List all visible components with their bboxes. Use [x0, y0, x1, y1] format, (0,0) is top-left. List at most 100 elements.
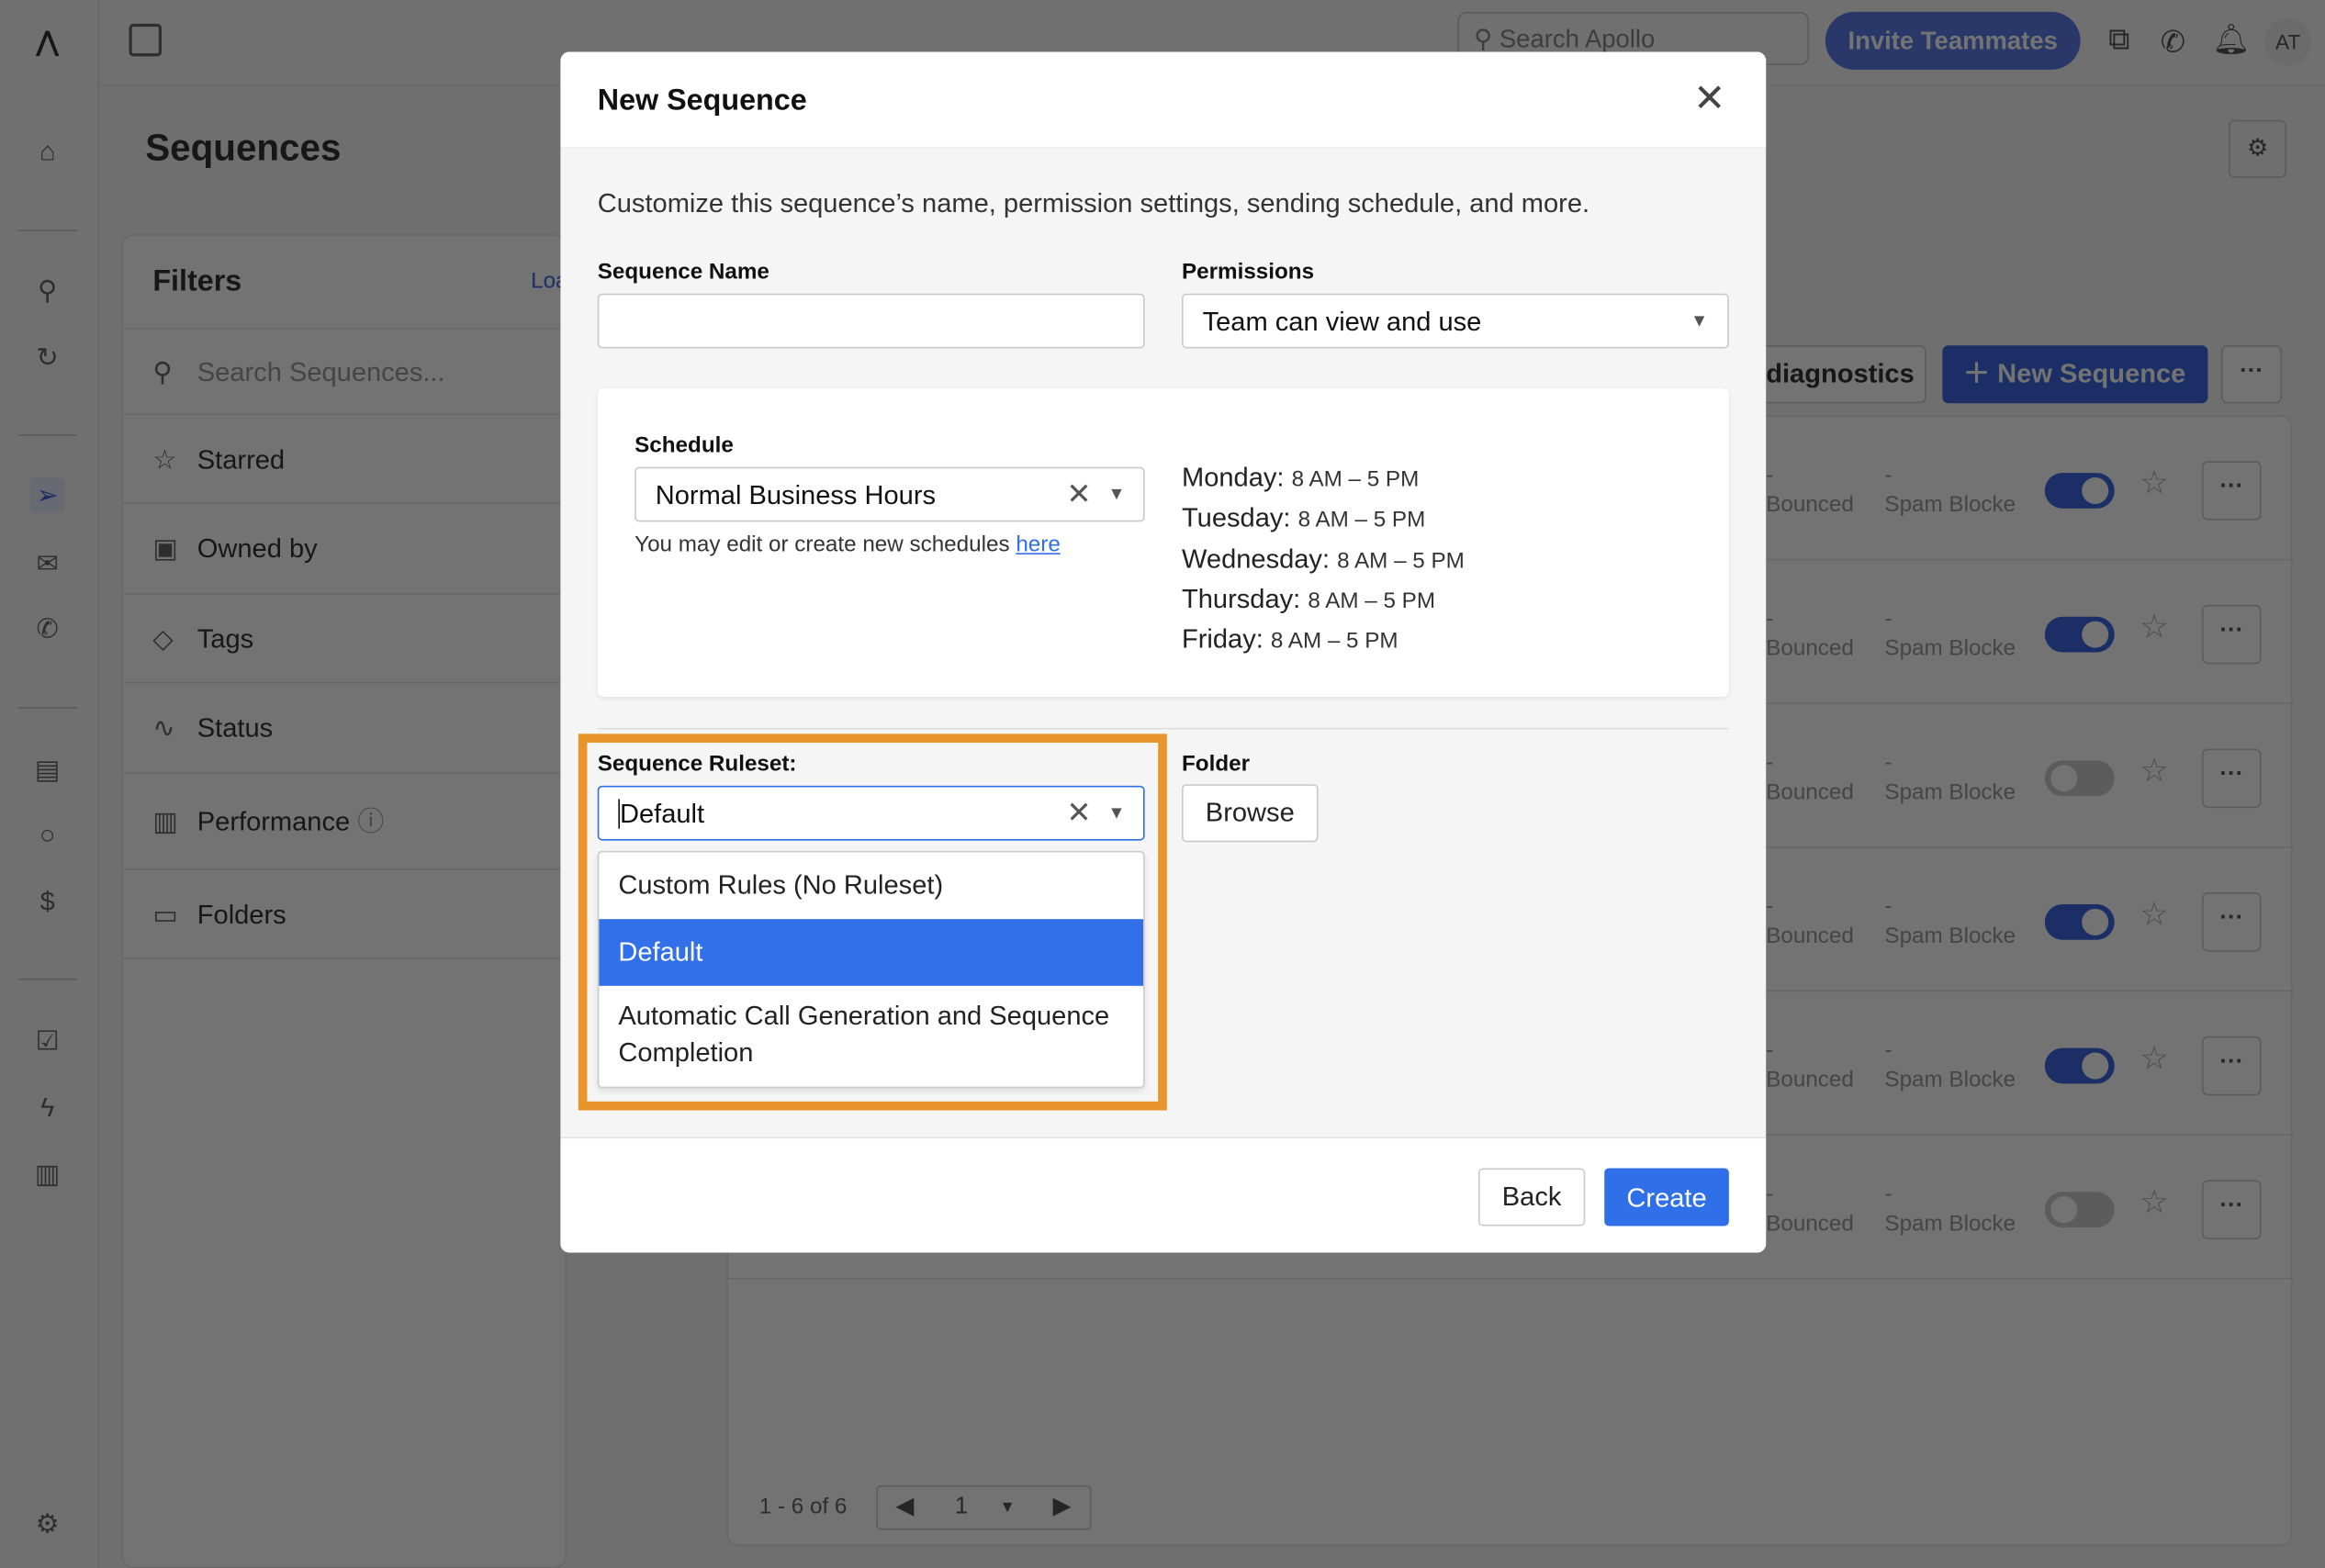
filter-owned-by[interactable]: ▣ Owned by	[123, 502, 568, 593]
day-name: Wednesday:	[1181, 543, 1331, 574]
star-icon[interactable]: ☆	[2140, 608, 2169, 646]
star-icon[interactable]: ☆	[2140, 752, 2169, 790]
day-name: Tuesday:	[1181, 502, 1291, 533]
page-settings-icon[interactable]: ⚙	[2229, 119, 2287, 178]
tasks-icon[interactable]: ☑	[29, 1023, 65, 1058]
day-name: Friday:	[1181, 624, 1264, 655]
phone-icon[interactable]: ✆	[2161, 24, 2185, 61]
lightning-icon[interactable]: ϟ	[29, 1090, 65, 1126]
row-more-button[interactable]: ···	[2201, 1036, 2262, 1096]
chevron-down-icon: ▼	[1107, 801, 1126, 823]
extension-icon[interactable]: ⧉	[2108, 24, 2129, 58]
next-page-button[interactable]: ▶	[1053, 1487, 1072, 1529]
back-button[interactable]: Back	[1477, 1168, 1586, 1226]
close-icon[interactable]: ✕	[1693, 75, 1725, 121]
ruleset-option[interactable]: Automatic Call Generation and Sequence C…	[599, 998, 1143, 1072]
bounced-stat: - Bounced	[1766, 461, 1854, 521]
folder-label: Folder	[1181, 751, 1251, 778]
browse-button[interactable]: Browse	[1181, 784, 1319, 843]
divider	[597, 727, 1729, 730]
filter-label: Owned by	[197, 533, 318, 564]
schedule-day: Thursday: 8 AM – 5 PM	[1182, 584, 1435, 615]
filter-search-input[interactable]: ⚲ Search Sequences...	[123, 327, 568, 414]
clear-icon[interactable]: ✕	[1066, 795, 1091, 832]
filter-status[interactable]: ∿ Status	[123, 681, 568, 773]
create-button[interactable]: Create	[1604, 1168, 1729, 1226]
sequence-name-input[interactable]	[597, 293, 1145, 349]
schedule-select[interactable]: Normal Business Hours ✕ ▼	[635, 466, 1145, 522]
page-select[interactable]: 1	[955, 1487, 968, 1529]
chevron-down-icon: ▼	[1690, 309, 1709, 331]
filter-performance[interactable]: ▥ Performance ⓘ	[123, 772, 568, 868]
chevron-down-icon[interactable]: ▼	[999, 1487, 1016, 1529]
spam-value: -	[1884, 606, 1893, 632]
modal-footer: Back Create	[560, 1137, 1767, 1253]
ruleset-option-selected[interactable]: Default	[599, 919, 1144, 986]
sequence-active-toggle[interactable]	[2044, 904, 2115, 940]
ruleset-select[interactable]: Default ✕ ▼	[597, 785, 1145, 841]
bar-chart-icon: ▥	[152, 806, 178, 836]
schedule-day: Monday: 8 AM – 5 PM	[1182, 463, 1419, 494]
chevron-down-icon: ▼	[1107, 483, 1126, 505]
bounced-value: -	[1766, 893, 1774, 920]
modal-header: New Sequence ✕	[560, 51, 1767, 149]
row-more-button[interactable]: ···	[2201, 1180, 2262, 1239]
chat-icon[interactable]: ○	[29, 817, 65, 853]
row-more-button[interactable]: ···	[2201, 748, 2262, 809]
new-sequence-label: New Sequence	[1997, 358, 2186, 389]
filter-starred[interactable]: ☆ Starred	[123, 413, 568, 503]
clear-icon[interactable]: ✕	[1066, 476, 1091, 512]
sidebar-toggle-icon[interactable]	[129, 23, 163, 57]
row-more-button[interactable]: ···	[2201, 604, 2262, 665]
sequence-active-toggle[interactable]	[2044, 1192, 2115, 1228]
filter-tags[interactable]: ◇ Tags	[123, 592, 568, 682]
star-icon[interactable]: ☆	[2140, 1039, 2169, 1078]
day-name: Monday:	[1181, 462, 1285, 493]
analytics-icon[interactable]: ▥	[29, 1157, 65, 1193]
spam-label: Spam Blocke	[1884, 635, 2016, 662]
sequence-active-toggle[interactable]	[2044, 760, 2115, 797]
star-icon[interactable]: ☆	[2140, 895, 2169, 934]
bounced-stat: - Bounced	[1766, 892, 1854, 952]
filter-label: Status	[197, 712, 274, 744]
search-icon[interactable]: ⚲	[29, 273, 65, 308]
mail-icon[interactable]: ✉	[29, 545, 65, 581]
star-icon[interactable]: ☆	[2140, 464, 2169, 502]
more-options-button[interactable]: ···	[2220, 345, 2283, 404]
modal-title: New Sequence	[597, 84, 807, 118]
refresh-icon[interactable]: ↻	[29, 340, 65, 375]
calendar-icon[interactable]: ▤	[29, 752, 65, 788]
filter-folders[interactable]: ▭ Folders	[123, 868, 568, 959]
bounced-label: Bounced	[1766, 1067, 1854, 1093]
phone-icon[interactable]: ✆	[29, 610, 65, 646]
search-placeholder: Search Apollo	[1499, 25, 1656, 54]
search-icon: ⚲	[152, 357, 173, 387]
bounced-value: -	[1766, 462, 1774, 488]
permissions-value: Team can view and use	[1202, 307, 1482, 337]
spam-value: -	[1884, 1181, 1893, 1207]
row-more-button[interactable]: ···	[2201, 892, 2262, 952]
apollo-logo-icon[interactable]: ⋀	[29, 24, 65, 60]
star-icon[interactable]: ☆	[2140, 1183, 2169, 1222]
modal-description: Customize this sequence’s name, permissi…	[597, 188, 1590, 218]
sequence-active-toggle[interactable]	[2044, 616, 2115, 653]
home-icon[interactable]: ⌂	[29, 133, 65, 169]
schedule-hint-text: You may edit or create new schedules	[635, 532, 1016, 558]
new-sequence-button[interactable]: ＋ New Sequence	[1942, 345, 2208, 404]
sequence-name-label: Sequence Name	[597, 259, 769, 286]
sequence-active-toggle[interactable]	[2044, 1047, 2115, 1084]
permissions-select[interactable]: Team can view and use ▼	[1181, 293, 1729, 349]
dollar-icon[interactable]: $	[29, 883, 65, 919]
bell-icon[interactable]: 🔔︎	[2212, 21, 2250, 58]
row-more-button[interactable]: ···	[2201, 461, 2262, 521]
schedule-here-link[interactable]: here	[1016, 532, 1060, 557]
ruleset-option[interactable]: Custom Rules (No Ruleset)	[599, 853, 1143, 920]
sequence-active-toggle[interactable]	[2044, 473, 2115, 509]
prev-page-button[interactable]: ◀	[895, 1487, 914, 1529]
settings-icon[interactable]: ⚙	[29, 1506, 65, 1542]
invite-teammates-button[interactable]: Invite Teammates	[1825, 11, 2081, 70]
folder-icon: ▭	[152, 900, 178, 930]
send-icon[interactable]: ➢	[29, 476, 66, 513]
avatar[interactable]: AT	[2263, 17, 2312, 66]
filters-panel: Filters Loa ⚲ Search Sequences... ☆ Starre…	[121, 234, 568, 1568]
